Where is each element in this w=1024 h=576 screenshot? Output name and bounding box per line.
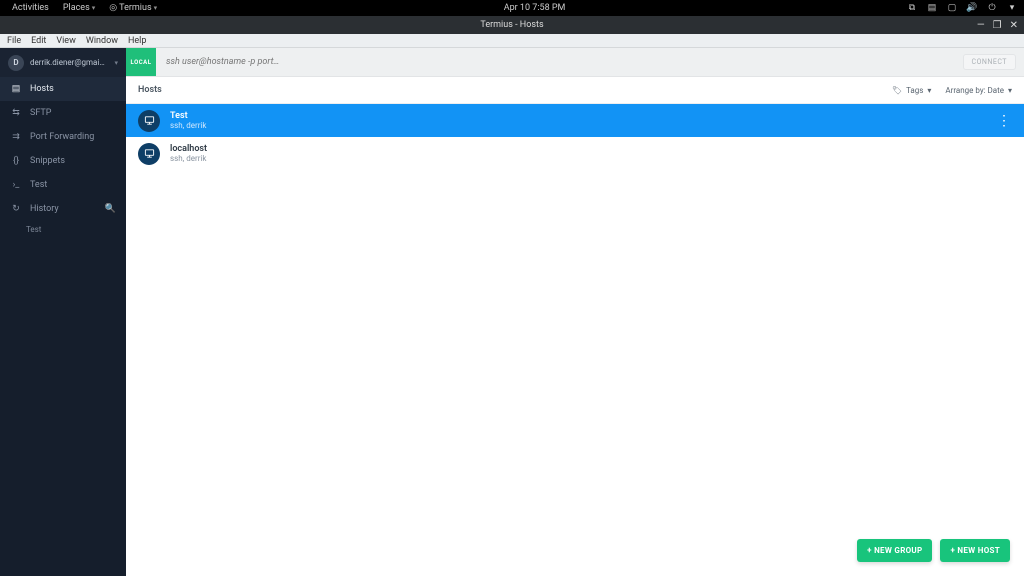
menu-edit[interactable]: Edit [28,36,49,46]
host-icon [138,143,160,165]
window-close-button[interactable]: ✕ [1010,20,1018,31]
chevron-down-icon: ▾ [114,59,118,67]
tags-filter[interactable]: 🏷 Tags ▾ [892,86,931,95]
menu-view[interactable]: View [53,36,78,46]
main-content: LOCAL CONNECT Hosts 🏷 Tags ▾ Arrange by:… [126,48,1024,576]
host-row[interactable]: localhost ssh, derrik [126,137,1024,170]
sidebar-item-label: Snippets [30,156,65,166]
gnome-top-bar: Activities Places▾ ◎ Termius▾ Apr 10 7:5… [0,0,1024,16]
port-forwarding-icon: ⇉ [10,132,22,142]
sidebar-item-label: Hosts [30,84,54,94]
history-icon: ↻ [10,204,22,214]
sidebar-item-label: Port Forwarding [30,132,94,142]
snippets-icon: {} [10,156,22,166]
sidebar-item-snippets[interactable]: {} Snippets [0,149,126,173]
host-subtitle: ssh, derrik [170,154,207,163]
host-name: localhost [170,144,207,154]
account-switcher[interactable]: D derrik.diener@gmail.com ▾ [0,48,126,77]
sidebar-item-hosts[interactable]: ▤ Hosts [0,77,126,101]
window-title: Termius - Hosts [0,20,1024,30]
terminal-icon: ›_ [10,180,22,190]
arrange-by-dropdown[interactable]: Arrange by: Date ▾ [945,86,1012,95]
connect-button[interactable]: CONNECT [963,54,1016,70]
chevron-down-icon: ▾ [1008,86,1012,95]
sidebar: D derrik.diener@gmail.com ▾ ▤ Hosts ⇆ SF… [0,48,126,576]
hosts-list-header: Hosts 🏷 Tags ▾ Arrange by: Date ▾ [126,77,1024,104]
hosts-header-title: Hosts [138,85,162,95]
sidebar-item-history[interactable]: ↻ History 🔍 [0,197,126,221]
tray-icon[interactable]: ▤ [926,3,938,13]
menu-window[interactable]: Window [83,36,121,46]
chevron-down-icon: ▾ [92,4,96,12]
quick-connect-input[interactable] [156,57,963,67]
sidebar-item-port-forwarding[interactable]: ⇉ Port Forwarding [0,125,126,149]
window-minimize-button[interactable]: — [977,20,985,31]
sidebar-item-label: Test [30,180,47,190]
screen-icon[interactable]: ▢ [946,3,958,13]
activities-button[interactable]: Activities [6,3,55,13]
sidebar-item-terminal-test[interactable]: ›_ Test [0,173,126,197]
host-subtitle: ssh, derrik [170,121,206,130]
termius-indicator-icon: ◎ [109,3,119,13]
window-maximize-button[interactable]: ❐ [993,20,1002,31]
clock[interactable]: Apr 10 7:58 PM [163,3,906,13]
tag-icon: 🏷 [892,86,902,95]
menu-file[interactable]: File [4,36,24,46]
history-entry[interactable]: Test [0,221,126,238]
chevron-down-icon: ▾ [154,4,158,12]
host-row[interactable]: Test ssh, derrik ⋮ [126,104,1024,137]
places-menu[interactable]: Places▾ [57,3,101,13]
system-menu-chevron-icon[interactable]: ▾ [1006,3,1018,13]
host-icon [138,110,160,132]
chevron-down-icon: ▾ [927,86,931,95]
tags-label: Tags [906,86,923,95]
search-icon[interactable]: 🔍 [105,204,116,214]
power-icon[interactable]: ⏻ [986,3,998,13]
app-menu[interactable]: ◎ Termius▾ [103,3,163,13]
quick-connect-bar: LOCAL CONNECT [126,48,1024,77]
avatar: D [8,55,24,71]
app-menu-label: Termius [119,3,151,13]
local-terminal-button[interactable]: LOCAL [126,48,156,76]
account-email: derrik.diener@gmail.com [30,58,106,67]
window-titlebar: Termius - Hosts — ❐ ✕ [0,16,1024,34]
places-label: Places [63,3,90,13]
new-host-button[interactable]: + NEW HOST [940,539,1010,562]
volume-icon[interactable]: 🔊 [966,3,978,13]
host-name: Test [170,111,206,121]
menu-help[interactable]: Help [125,36,149,46]
sidebar-item-label: SFTP [30,108,51,118]
hosts-icon: ▤ [10,84,22,94]
sidebar-item-label: History [30,204,59,214]
dropbox-tray-icon[interactable]: ⧉ [906,3,918,13]
new-group-button[interactable]: + NEW GROUP [857,539,932,562]
arrange-label: Arrange by: Date [945,86,1004,95]
app-menubar: File Edit View Window Help [0,34,1024,48]
sftp-icon: ⇆ [10,108,22,118]
sidebar-item-sftp[interactable]: ⇆ SFTP [0,101,126,125]
